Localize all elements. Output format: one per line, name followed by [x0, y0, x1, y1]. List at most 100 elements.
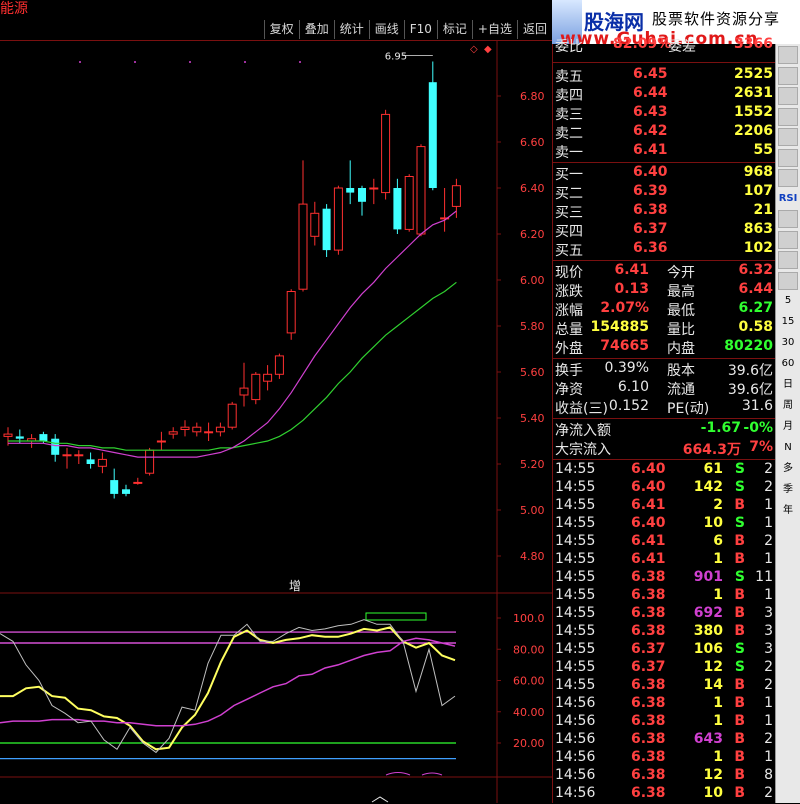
add-watchlist-button[interactable]: +自选	[471, 20, 517, 39]
back-button[interactable]: 返回	[516, 20, 552, 39]
marker-dot	[244, 61, 246, 63]
f10-button[interactable]: F10	[403, 20, 437, 39]
kline-chart[interactable]: 6.80 6.60 6.40 6.20 6.00 5.80 5.60 5.40 5.20 5.00…	[0, 40, 552, 803]
tick-time: 14:55	[555, 461, 596, 477]
tick-price: 6.38	[631, 785, 666, 801]
tick-volume: 10	[703, 785, 723, 801]
price-tick-label: 4.80	[520, 550, 545, 563]
candle-body	[369, 187, 379, 190]
tick-price: 6.41	[631, 551, 666, 567]
period-button-12[interactable]: 5	[778, 292, 798, 310]
move-icon[interactable]	[778, 210, 798, 228]
statistics-button[interactable]: 统计	[333, 20, 369, 39]
fundamental-value: 0.152	[608, 398, 649, 414]
bid-row[interactable]: 买二 6.39 107	[553, 183, 775, 202]
stat-value: 0.58	[738, 319, 773, 335]
chart-icon[interactable]	[778, 66, 798, 85]
ad-slogan: 股票软件资源分享	[652, 10, 781, 28]
period-button-21[interactable]: 季	[778, 481, 798, 499]
tick-row: 14:55 6.40 142 S 2	[553, 479, 775, 498]
fs-icon[interactable]	[778, 251, 798, 269]
candle	[239, 362, 249, 407]
restore-rights-button[interactable]: 复权	[263, 20, 299, 39]
tick-side: B	[734, 749, 745, 765]
candle	[145, 447, 155, 476]
indicator-tick-label: 60.00	[513, 675, 545, 688]
capital-flow-amount: -1.67	[700, 420, 741, 436]
tick-side: B	[734, 695, 745, 711]
stat-value: 6.27	[738, 300, 773, 316]
bid-price: 6.37	[633, 221, 668, 237]
tick-side: S	[734, 515, 745, 531]
stat-label: 总量	[555, 322, 583, 338]
tick-price: 6.40	[631, 479, 666, 495]
period-button-13[interactable]: 15	[778, 313, 798, 331]
tick-volume: 643	[693, 731, 723, 747]
stat-value: 6.41	[614, 262, 649, 278]
tick-volume: 61	[703, 461, 723, 477]
order-diff-value: 3366	[734, 36, 773, 52]
table-icon[interactable]	[778, 87, 798, 105]
candle-body	[15, 436, 24, 439]
bid-row[interactable]: 买三 6.38 21	[553, 202, 775, 221]
ask-price: 6.42	[633, 123, 668, 139]
draw-line-button[interactable]: 画线	[368, 20, 404, 39]
period-button-17[interactable]: 周	[778, 397, 798, 415]
tick-count: 2	[764, 461, 773, 477]
price-tick-label: 5.00	[520, 504, 545, 517]
price-tick-label: 5.80	[520, 320, 545, 333]
period-button-14[interactable]: 30	[778, 334, 798, 352]
indicator-tick-label: 80.00	[513, 643, 545, 656]
overlay-button[interactable]: 叠加	[298, 20, 334, 39]
draw-icon[interactable]	[778, 230, 798, 249]
tick-price: 6.37	[631, 659, 666, 675]
candle	[298, 160, 308, 292]
order-ratio-row: 委比 82.09% 委差 3366	[553, 36, 775, 55]
tick-time: 14:55	[555, 533, 596, 549]
ask-row[interactable]: 卖二 6.42 2206	[553, 123, 775, 142]
mark-button[interactable]: 标记	[436, 20, 472, 39]
ask-price: 6.45	[633, 66, 668, 82]
candle-body	[322, 208, 331, 251]
candle	[274, 353, 284, 379]
tick-count: 1	[764, 695, 773, 711]
ask-row[interactable]: 卖一 6.41 55	[553, 142, 775, 161]
candle-body	[97, 458, 107, 467]
candle	[192, 422, 202, 437]
candle	[251, 372, 261, 405]
candle-body	[333, 187, 343, 251]
period-button-19[interactable]: N	[778, 439, 798, 457]
period-button-16[interactable]: 日	[778, 376, 798, 394]
candle-body	[404, 176, 414, 230]
candle-body	[286, 291, 296, 334]
period-button-22[interactable]: 年	[778, 502, 798, 520]
bid-row[interactable]: 买一 6.40 968	[553, 164, 775, 183]
tick-volume: 901	[693, 569, 723, 585]
rsi-icon[interactable]: RSI	[778, 190, 798, 208]
tick-side: B	[734, 785, 745, 801]
candle-body	[346, 188, 355, 193]
ask-label: 卖二	[555, 126, 583, 142]
tick-side: B	[734, 551, 745, 567]
ask-row[interactable]: 卖三 6.43 1552	[553, 104, 775, 123]
candle	[428, 61, 437, 191]
bid-price: 6.38	[633, 202, 668, 218]
marker-dot	[79, 61, 81, 63]
sort-icon[interactable]	[778, 271, 798, 290]
period-button-20[interactable]: 多	[778, 460, 798, 478]
ask-label: 卖一	[555, 145, 583, 161]
f10-icon[interactable]	[778, 148, 798, 167]
period-button-15[interactable]: 60	[778, 355, 798, 373]
bid-row[interactable]: 买五 6.36 102	[553, 240, 775, 259]
stat-value: 74665	[600, 338, 649, 354]
zoom-icon[interactable]	[778, 169, 798, 187]
stat-value: 0.13	[614, 281, 649, 297]
period-button-18[interactable]: 月	[778, 418, 798, 436]
list-icon[interactable]	[778, 107, 798, 126]
bid-row[interactable]: 买四 6.37 863	[553, 221, 775, 240]
tick-row: 14:56 6.38 1 B 1	[553, 713, 775, 732]
ask-row[interactable]: 卖四 6.44 2631	[553, 85, 775, 104]
grid-icon[interactable]	[778, 46, 798, 64]
news-icon[interactable]	[778, 128, 798, 146]
ask-row[interactable]: 卖五 6.45 2525	[553, 66, 775, 85]
